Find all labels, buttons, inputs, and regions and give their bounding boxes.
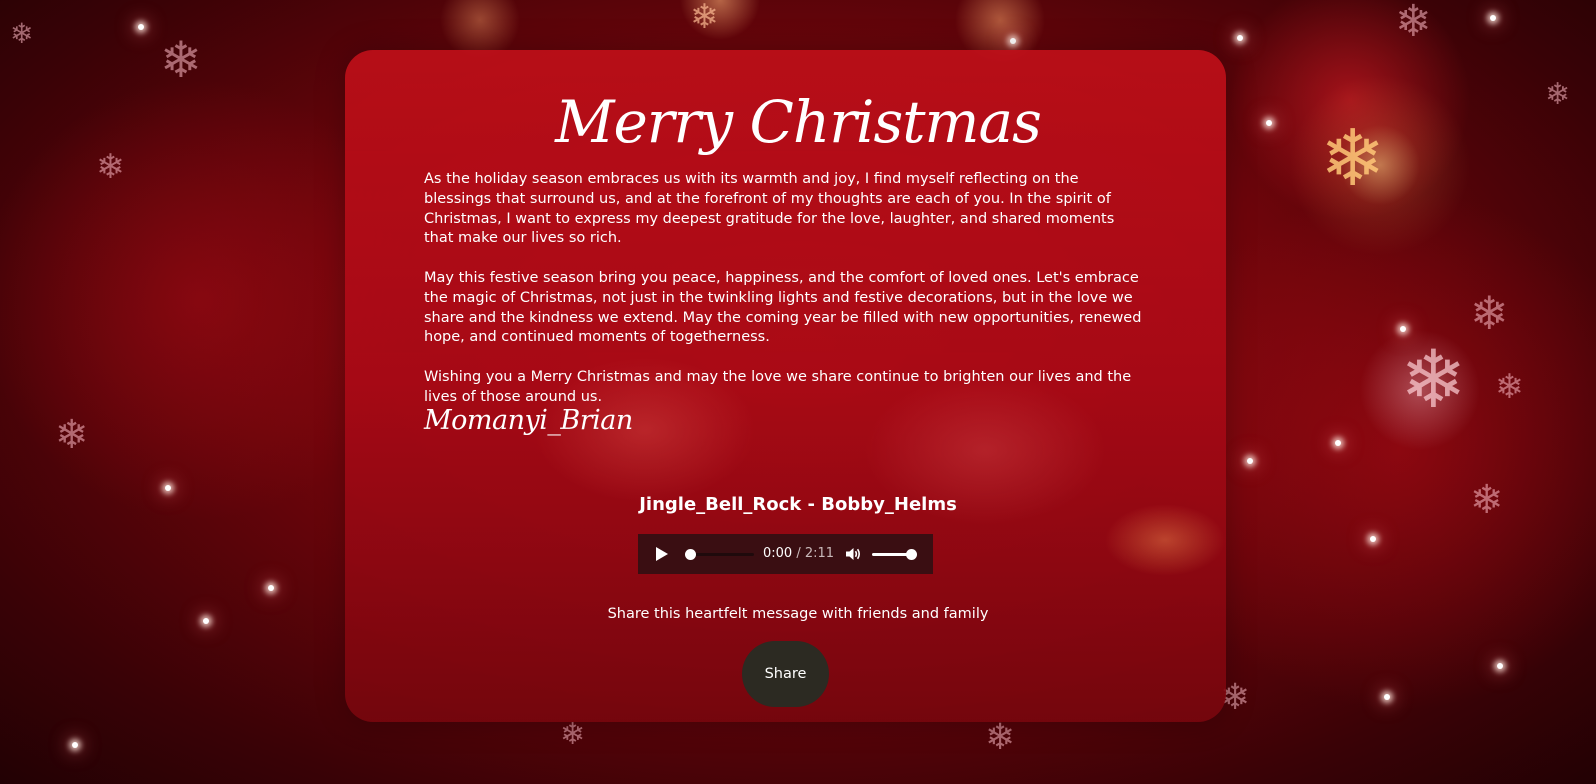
sparkle-decoration [138, 24, 144, 30]
current-time: 0:00 [763, 546, 793, 561]
snowflake-icon: ❄ [1470, 286, 1509, 340]
sparkle-decoration [165, 485, 171, 491]
sparkle-decoration [1247, 458, 1253, 464]
play-icon[interactable] [656, 547, 668, 561]
share-button[interactable]: Share [742, 641, 829, 707]
seek-bar[interactable] [690, 553, 754, 556]
sparkle-decoration [1237, 35, 1243, 41]
duration: 2:11 [804, 546, 835, 561]
snowflake-icon: ❄ [1495, 367, 1524, 407]
volume-icon[interactable] [844, 545, 862, 563]
snowflake-icon: ❄ [560, 717, 586, 752]
sparkle-decoration [1335, 440, 1341, 446]
audio-player[interactable]: 0:00 / 2:11 [638, 534, 933, 574]
snowflake-icon: ❄ [985, 717, 1016, 758]
snowflake-icon: ❄ [55, 412, 89, 458]
sparkle-decoration [1490, 15, 1496, 21]
sparkle-decoration [1497, 663, 1503, 669]
greeting-message: As the holiday season embraces us with i… [424, 170, 1146, 427]
time-separator: / [796, 546, 801, 561]
sparkle-decoration [268, 585, 274, 591]
message-paragraph: As the holiday season embraces us with i… [424, 171, 1115, 247]
seek-handle[interactable] [685, 549, 696, 560]
greeting-title: Merry Christmas [555, 88, 1042, 156]
snowflake-icon: ❄ [1400, 333, 1468, 426]
sparkle-decoration [1370, 536, 1376, 542]
sparkle-decoration [1400, 326, 1406, 332]
message-paragraph: May this festive season bring you peace,… [424, 269, 1142, 346]
sparkle-decoration [1384, 694, 1390, 700]
message-paragraph: Wishing you a Merry Christmas and may th… [424, 368, 1132, 405]
signature: Momanyi_Brian [424, 405, 633, 436]
sparkle-decoration [1010, 38, 1016, 44]
volume-handle[interactable] [906, 549, 917, 560]
snowflake-icon: ❄ [1395, 0, 1432, 47]
snowflake-icon: ❄ [10, 17, 34, 50]
song-title: Jingle_Bell_Rock - Bobby_Helms [639, 494, 957, 515]
snowflake-icon: ❄ [160, 31, 202, 89]
snowflake-icon: ❄ [690, 0, 719, 37]
share-prompt: Share this heartfelt message with friend… [607, 606, 989, 622]
sparkle-decoration [72, 742, 78, 748]
time-display: 0:00 / 2:11 [763, 546, 834, 561]
